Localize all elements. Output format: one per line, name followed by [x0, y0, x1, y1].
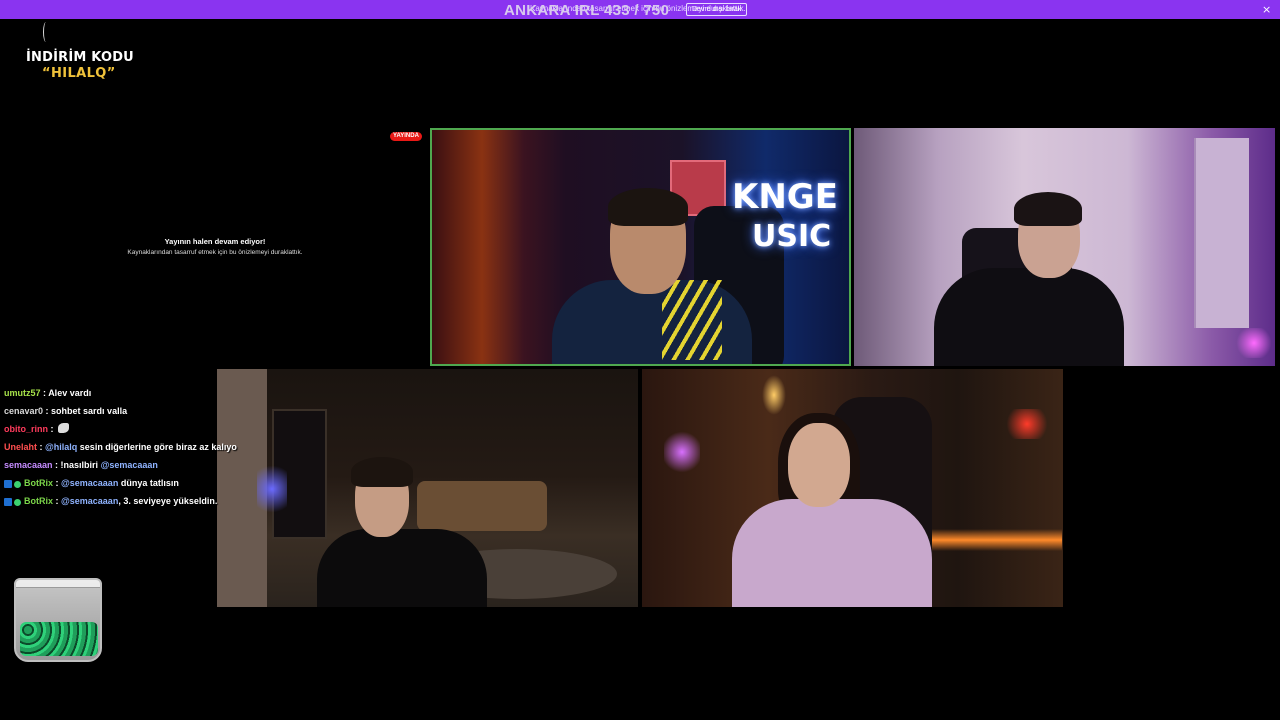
chat-separator: : [52, 460, 61, 470]
emote-icon [58, 423, 69, 433]
jersey-stripes [662, 280, 722, 360]
chat-message: umutz57 : Alev vardı [4, 386, 249, 404]
jar-rim [16, 580, 100, 588]
chat-text: dünya tatlısın [118, 478, 179, 488]
chat-mention[interactable]: @semacaaan [101, 460, 158, 470]
chat-username[interactable]: umutz57 [4, 388, 41, 398]
chat-message: Unelaht : @hilalq sesin diğerlerine göre… [4, 440, 249, 458]
orange-led-strip [922, 529, 1062, 551]
chat-text: !nasılbiri [60, 460, 101, 470]
streamer-hair [351, 457, 413, 487]
neon-sign-line1: KNGE [732, 177, 838, 217]
chat-separator: : [48, 424, 56, 434]
chat-text: sohbet sardı valla [51, 406, 128, 416]
red-light [1002, 409, 1052, 439]
streamer-body [732, 499, 932, 607]
streamer-head [788, 423, 850, 507]
neon-sign-line2: USIC [752, 219, 832, 254]
chat-username[interactable]: BotRix [24, 496, 53, 506]
chat-separator: : [43, 406, 52, 416]
chat-mention[interactable]: @semacaaan [61, 496, 118, 506]
bot-badge-icon [4, 479, 12, 488]
stream-title: ANKARA IRL 433 / 750 [504, 2, 670, 19]
disable-button[interactable]: Devre dışı bırak [686, 3, 748, 16]
paused-subtitle: Kaynaklarından tasarruf etmek için bu ön… [127, 249, 303, 256]
live-badge: YAYINDA [390, 132, 422, 141]
chat-username[interactable]: Unelaht [4, 442, 37, 452]
chat-badges [4, 477, 24, 491]
chat-mention[interactable]: @semacaaan [61, 478, 118, 488]
webcam-tile-1[interactable]: KNGE USIC [430, 128, 851, 366]
chat-text: Alev vardı [48, 388, 92, 398]
chat-username[interactable]: BotRix [24, 478, 53, 488]
streamer-hair [608, 188, 688, 226]
streamer-hair [1014, 192, 1082, 226]
purple-light [664, 429, 700, 475]
webcam-tile-3[interactable] [217, 369, 638, 607]
close-icon[interactable]: × [1262, 3, 1271, 16]
chat-text: sesin diğerlerine göre biraz az kalıyo [77, 442, 237, 452]
chat-separator: : [37, 442, 46, 452]
promo-mark-icon [43, 22, 49, 42]
chat-username[interactable]: obito_rinn [4, 424, 48, 434]
chat-username[interactable]: semacaaan [4, 460, 53, 470]
room-door [1194, 138, 1249, 328]
lava-lamp [762, 375, 786, 415]
chat-text: , 3. seviyeye yükseldin. [118, 496, 218, 506]
promo-title: İNDİRİM KODU [26, 50, 134, 65]
streamer-body [934, 268, 1124, 366]
room-sofa [417, 481, 547, 531]
online-badge-icon [14, 480, 21, 488]
chat-separator: : [53, 478, 61, 488]
top-banner: Kaynaklarından tasarruf etmek için bu ön… [0, 0, 1280, 19]
webcam-tile-4[interactable] [642, 369, 1063, 607]
chat-message: semacaaan : !nasılbiri @semacaaan [4, 458, 249, 476]
chat-message: BotRix : @semacaaan, 3. seviyeye yükseld… [4, 494, 249, 512]
chat-message: cenavar0 : sohbet sardı valla [4, 404, 249, 422]
chat-mention[interactable]: @hilalq [45, 442, 77, 452]
blue-light [257, 459, 287, 519]
bot-badge-icon [4, 497, 12, 506]
streamer-body [317, 529, 487, 607]
webcam-tile-2[interactable] [854, 128, 1275, 366]
chat-message: BotRix : @semacaaan dünya tatlısın [4, 476, 249, 494]
chat-overlay: umutz57 : Alev vardı cenavar0 : sohbet s… [4, 386, 249, 512]
jar-icon [14, 578, 102, 662]
promo-code: “HILALQ” [42, 66, 116, 81]
chat-message: obito_rinn : [4, 422, 249, 440]
chat-badges [4, 495, 24, 509]
chat-username[interactable]: cenavar0 [4, 406, 43, 416]
chat-separator: : [53, 496, 61, 506]
pink-light [1234, 328, 1274, 358]
jar-contents [20, 622, 98, 656]
paused-title: Yayının halen devam ediyor! [164, 237, 266, 246]
online-badge-icon [14, 498, 21, 506]
